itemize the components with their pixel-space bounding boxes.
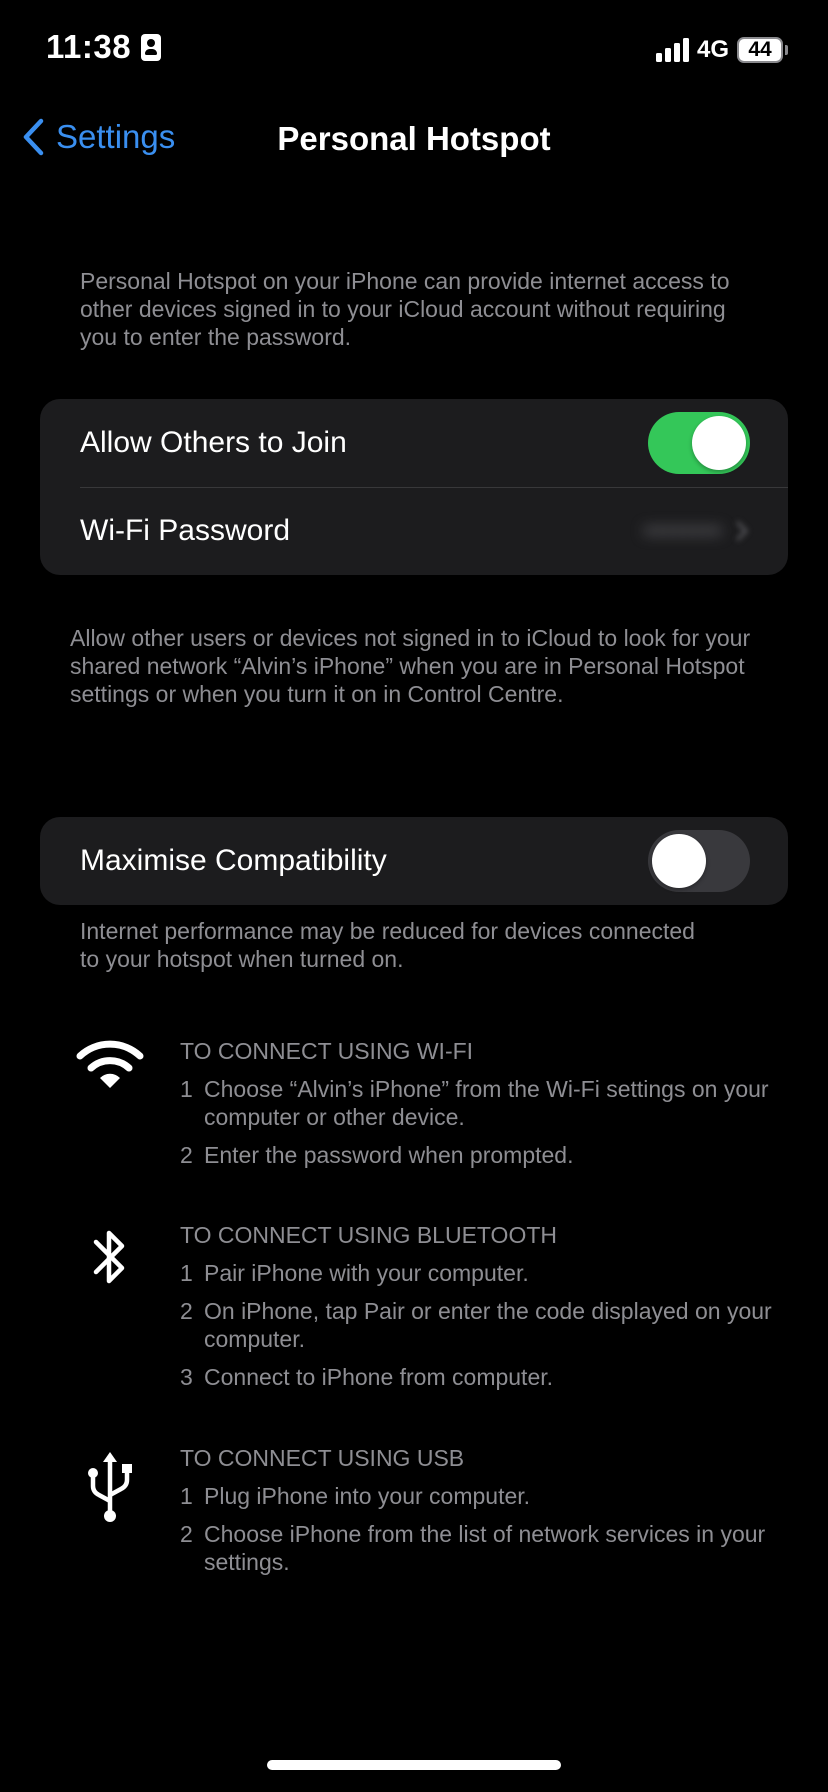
allow-others-toggle[interactable]: [648, 412, 750, 474]
step-number: 1: [180, 1483, 193, 1509]
step-number: 2: [180, 1521, 193, 1547]
network-type-label: 4G: [696, 36, 729, 63]
bluetooth-step-3: 3 Connect to iPhone from computer.: [180, 1363, 780, 1391]
usb-instructions-heading: TO CONNECT USING USB: [180, 1445, 465, 1471]
intro-caption: Personal Hotspot on your iPhone can prov…: [80, 268, 730, 350]
step-number: 2: [180, 1142, 193, 1168]
allow-others-label: Allow Others to Join: [80, 426, 347, 459]
time-label: 11:38: [46, 28, 132, 65]
bluetooth-step-1: 1 Pair iPhone with your computer.: [180, 1259, 780, 1287]
bluetooth-instructions-heading: TO CONNECT USING BLUETOOTH: [180, 1222, 557, 1248]
step-text: Enter the password when prompted.: [204, 1142, 574, 1168]
step-number: 1: [180, 1260, 193, 1286]
usb-step-2: 2 Choose iPhone from the list of network…: [180, 1520, 780, 1576]
wifi-password-label: Wi-Fi Password: [80, 514, 291, 547]
usb-instructions: TO CONNECT USING USB 1 Plug iPhone into …: [180, 1444, 780, 1586]
step-text: On iPhone, tap Pair or enter the code di…: [204, 1298, 772, 1352]
bluetooth-step-2: 2 On iPhone, tap Pair or enter the code …: [180, 1297, 780, 1353]
step-text: Pair iPhone with your computer.: [204, 1260, 529, 1286]
step-text: Choose “Alvin’s iPhone” from the Wi-Fi s…: [204, 1076, 769, 1130]
status-bar-time: 11:38: [46, 28, 162, 66]
max-compat-footer: Internet performance may be reduced for …: [80, 918, 695, 972]
max-compat-label: Maximise Compatibility: [80, 844, 387, 877]
status-bar-indicators: 4G 44: [655, 36, 788, 64]
wifi-icon: [70, 1038, 150, 1090]
step-number: 1: [180, 1076, 193, 1102]
page-title: Personal Hotspot: [277, 120, 551, 157]
battery-icon: 44: [737, 37, 788, 63]
step-text: Plug iPhone into your computer.: [204, 1483, 531, 1509]
step-text: Choose iPhone from the list of network s…: [204, 1521, 766, 1575]
battery-level: 44: [737, 37, 783, 63]
hotspot-settings-group: Allow Others to Join Wi-Fi Password ••••…: [40, 399, 788, 575]
allow-others-footer: Allow other users or devices not signed …: [70, 625, 751, 707]
home-indicator[interactable]: [267, 1760, 561, 1770]
bluetooth-instructions: TO CONNECT USING BLUETOOTH 1 Pair iPhone…: [180, 1221, 780, 1401]
max-compat-row: Maximise Compatibility: [40, 817, 788, 905]
wifi-step-1: 1 Choose “Alvin’s iPhone” from the Wi-Fi…: [180, 1075, 780, 1131]
wifi-instructions-heading: TO CONNECT USING WI-FI: [180, 1038, 474, 1064]
wifi-password-value: ••••••••: [643, 515, 722, 546]
usb-icon: [70, 1448, 150, 1524]
step-number: 3: [180, 1364, 193, 1390]
usb-step-1: 1 Plug iPhone into your computer.: [180, 1482, 780, 1510]
step-number: 2: [180, 1298, 193, 1324]
allow-others-row: Allow Others to Join: [40, 399, 788, 487]
wifi-instructions: TO CONNECT USING WI-FI 1 Choose “Alvin’s…: [180, 1037, 780, 1179]
compatibility-group: Maximise Compatibility: [40, 817, 788, 905]
cellular-signal-icon: [655, 38, 689, 62]
chevron-right-icon: [736, 521, 748, 541]
wifi-password-value-container: ••••••••: [644, 515, 748, 547]
bluetooth-icon: [70, 1226, 150, 1288]
wifi-step-2: 2 Enter the password when prompted.: [180, 1141, 780, 1169]
wifi-password-row[interactable]: Wi-Fi Password ••••••••: [40, 487, 788, 575]
step-text: Connect to iPhone from computer.: [204, 1364, 554, 1390]
contact-card-icon: [141, 33, 162, 61]
max-compat-toggle[interactable]: [648, 830, 750, 892]
